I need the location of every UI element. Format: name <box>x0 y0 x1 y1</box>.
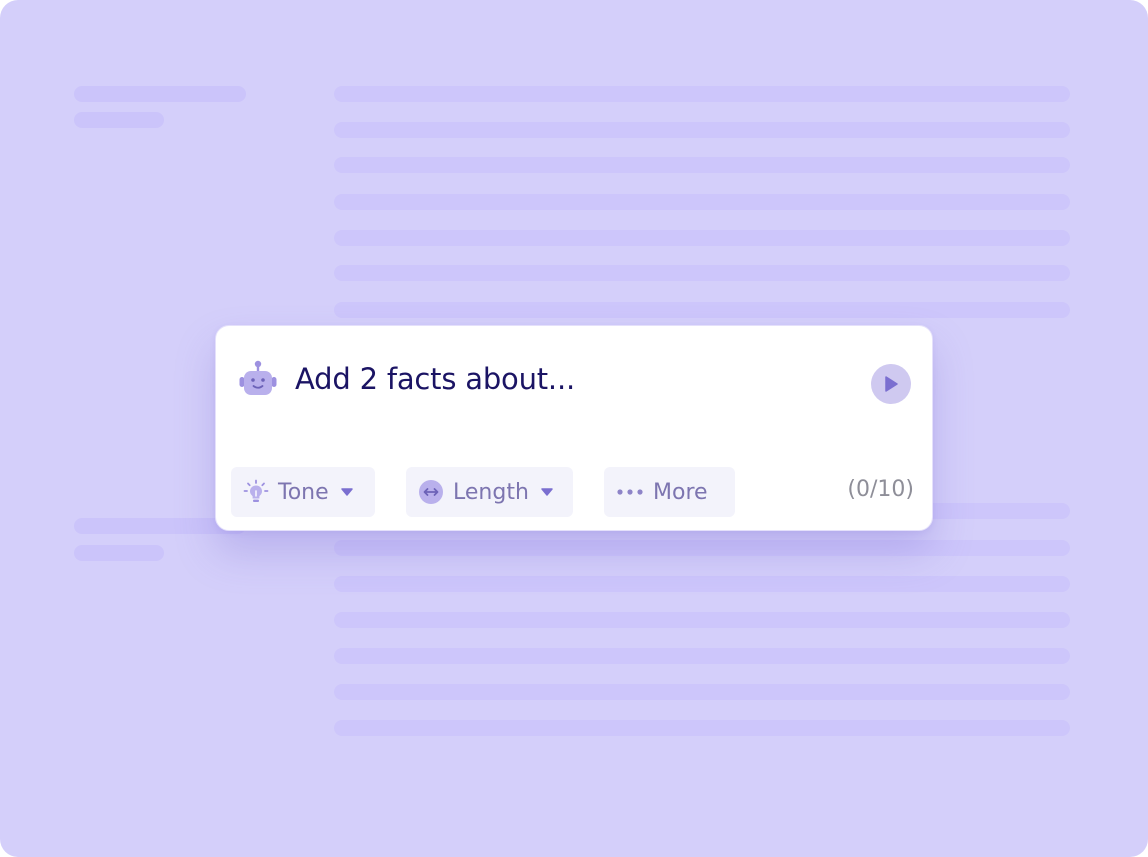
send-button[interactable] <box>871 364 911 404</box>
skeleton-line <box>334 648 1070 664</box>
more-dots-icon <box>616 488 644 496</box>
skeleton-line <box>334 122 1070 138</box>
skeleton-line <box>334 576 1070 592</box>
length-dropdown[interactable]: Length <box>406 467 573 517</box>
skeleton-line <box>334 612 1070 628</box>
skeleton-line <box>334 265 1070 281</box>
skeleton-line <box>334 230 1070 246</box>
robot-icon <box>238 360 278 398</box>
ai-prompt-card: Add 2 facts about... Tone Length More (0… <box>215 325 933 531</box>
caret-down-icon <box>340 487 354 497</box>
skeleton-line <box>334 540 1070 556</box>
lightbulb-icon <box>243 479 269 505</box>
resize-horizontal-icon <box>418 479 444 505</box>
length-label: Length <box>453 479 529 505</box>
skeleton-line <box>74 86 246 102</box>
more-options-button[interactable]: More <box>604 467 735 517</box>
skeleton-line <box>74 112 164 128</box>
play-icon <box>883 375 899 393</box>
skeleton-line <box>334 157 1070 173</box>
tone-label: Tone <box>278 479 329 505</box>
skeleton-line <box>334 302 1070 318</box>
prompt-counter: (0/10) <box>847 477 914 502</box>
skeleton-line <box>334 194 1070 210</box>
prompt-input[interactable]: Add 2 facts about... <box>295 362 575 396</box>
tone-dropdown[interactable]: Tone <box>231 467 375 517</box>
skeleton-line <box>334 684 1070 700</box>
skeleton-line <box>74 545 164 561</box>
app-canvas: Add 2 facts about... Tone Length More (0… <box>0 0 1148 857</box>
skeleton-line <box>334 720 1070 736</box>
more-label: More <box>653 479 708 505</box>
skeleton-line <box>334 86 1070 102</box>
caret-down-icon <box>540 487 554 497</box>
